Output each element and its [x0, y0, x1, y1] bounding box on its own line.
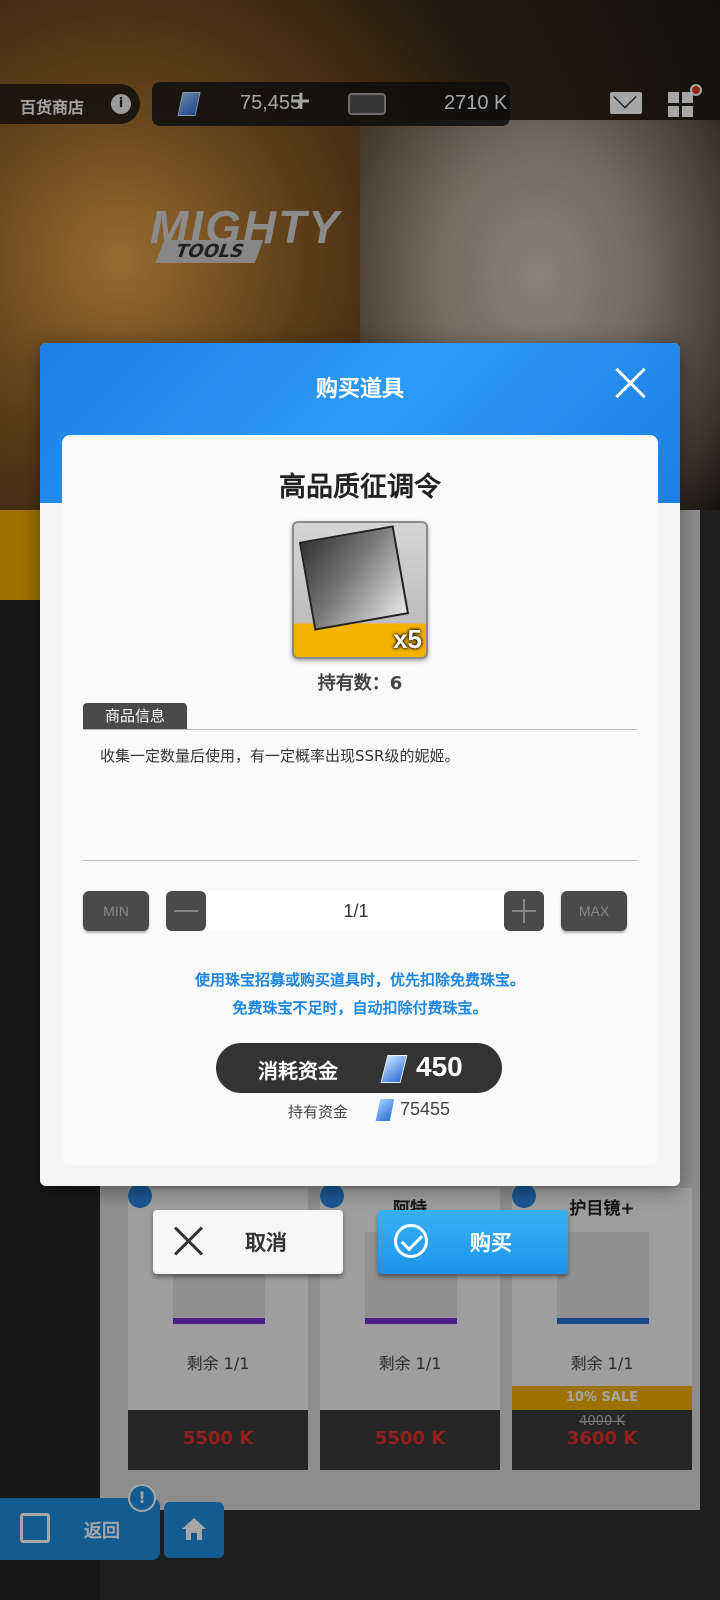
gem-icon: [375, 1099, 395, 1121]
cost-value: 450: [416, 1051, 463, 1082]
balance-label: 持有资金: [288, 1103, 349, 1121]
buy-label: 购买: [470, 1231, 512, 1255]
purchase-dialog: 购买道具 高品质征调令 x5 持有数：6 商品信息 收集一定数量后使用，有一定概…: [40, 343, 680, 1186]
check-circle-icon: [394, 1224, 428, 1258]
divider: [83, 860, 637, 861]
min-button[interactable]: MIN: [83, 891, 149, 931]
divider: [83, 729, 637, 730]
cost-display: 消耗资金 450: [216, 1043, 502, 1093]
item-pack-quantity: x5: [393, 624, 422, 654]
cancel-x-icon: [173, 1226, 203, 1256]
owned-count: 持有数：6: [317, 673, 403, 694]
item-info-tab: 商品信息: [83, 703, 187, 729]
gem-fallback-notice: 免费珠宝不足时，自动扣除付费珠宝。: [232, 999, 488, 1017]
item-icon: x5: [292, 521, 428, 659]
close-icon[interactable]: [612, 365, 648, 401]
item-name: 高品质征调令: [279, 472, 441, 503]
gem-priority-notice: 使用珠宝招募或购买道具时，优先扣除免费珠宝。: [194, 971, 525, 989]
quantity-field[interactable]: 1/1: [208, 891, 504, 931]
increase-button[interactable]: [504, 891, 544, 931]
dialog-body: 高品质征调令 x5 持有数：6 商品信息 收集一定数量后使用，有一定概率出现SS…: [62, 435, 658, 1165]
decrease-button[interactable]: [166, 891, 206, 931]
cost-label: 消耗资金: [258, 1059, 338, 1083]
gem-icon: [380, 1055, 408, 1083]
balance-value: 75455: [400, 1099, 451, 1119]
cancel-label: 取消: [245, 1231, 287, 1255]
buy-button[interactable]: 购买: [378, 1210, 568, 1274]
item-description: 收集一定数量后使用，有一定概率出现SSR级的妮姬。: [100, 747, 460, 765]
max-button[interactable]: MAX: [561, 891, 627, 931]
item-art: [298, 525, 410, 631]
dialog-title: 购买道具: [315, 377, 404, 402]
cancel-button[interactable]: 取消: [153, 1210, 343, 1274]
